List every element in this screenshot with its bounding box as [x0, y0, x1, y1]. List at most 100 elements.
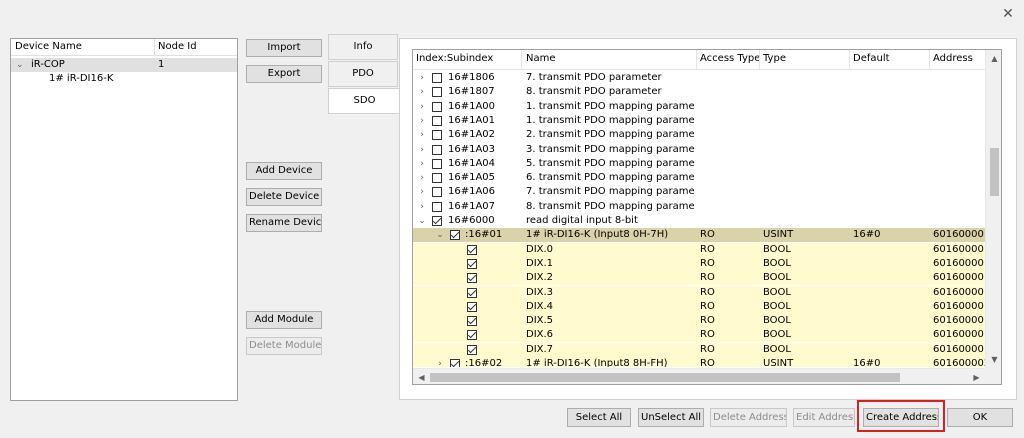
- table-row[interactable]: ›:16#02 1# iR-DI16-K (Input8 8H-FH) RO USIN…: [413, 357, 985, 367]
- chevron-down-icon[interactable]: ⌄: [16, 58, 24, 72]
- table-row[interactable]: › 16#1A07 8. transmit PDO mapping paramete…: [413, 200, 985, 214]
- row-checkbox[interactable]: [432, 101, 442, 112]
- row-checkbox[interactable]: [450, 359, 460, 367]
- add-module-button[interactable]: Add Module: [246, 311, 322, 329]
- chevron-right-icon[interactable]: ›: [417, 143, 427, 157]
- rename-device-button[interactable]: Rename Device: [246, 214, 322, 232]
- chevron-right-icon[interactable]: ›: [417, 85, 427, 99]
- chevron-down-icon[interactable]: ⌄: [417, 214, 427, 228]
- table-row[interactable]: › 16#1A02 2. transmit PDO mapping paramete…: [413, 128, 985, 142]
- table-row[interactable]: DIX.4 RO BOOL 6016000011: [413, 299, 985, 314]
- export-button[interactable]: Export: [246, 65, 322, 83]
- table-row[interactable]: DIX.6 RO BOOL 6016000011: [413, 328, 985, 343]
- chevron-right-icon[interactable]: ›: [417, 71, 427, 85]
- table-row[interactable]: › 16#1A04 5. transmit PDO mapping paramete…: [413, 157, 985, 171]
- table-row[interactable]: DIX.1 RO BOOL 6016000011: [413, 256, 985, 271]
- horizontal-scrollbar[interactable]: ◀ ▶: [413, 368, 985, 384]
- row-checkbox[interactable]: [467, 273, 477, 284]
- column-default[interactable]: Default: [853, 53, 890, 64]
- row-checkbox[interactable]: [432, 87, 442, 98]
- close-icon[interactable]: ✕: [1000, 6, 1016, 22]
- scroll-down-icon[interactable]: ▼: [986, 351, 1001, 368]
- row-checkbox[interactable]: [467, 258, 477, 269]
- row-checkbox[interactable]: [450, 230, 460, 241]
- table-row[interactable]: ⌄ 16#6000 read digital input 8-bit: [413, 214, 985, 228]
- ok-button[interactable]: OK: [947, 408, 1013, 427]
- row-checkbox[interactable]: [467, 301, 477, 312]
- scroll-thumb[interactable]: [430, 373, 900, 382]
- cell-name: 1. transmit PDO mapping parameter: [526, 100, 694, 112]
- scrollbar-corner: [985, 368, 1001, 384]
- table-row[interactable]: › 16#1806 7. transmit PDO parameter: [413, 71, 985, 85]
- chevron-right-icon[interactable]: ›: [417, 185, 427, 199]
- tab-sdo[interactable]: SDO: [328, 88, 400, 114]
- chevron-right-icon[interactable]: ›: [417, 157, 427, 171]
- delete-address-button[interactable]: Delete Address: [710, 408, 787, 427]
- device-node-id: 1: [158, 59, 165, 70]
- row-checkbox[interactable]: [432, 201, 442, 212]
- cell-name: 1# iR-DI16-K (Input8 0H-7H): [526, 229, 669, 241]
- device-tree-item-ir-cop[interactable]: ⌄ iR-COP 1: [11, 58, 237, 72]
- column-node-id[interactable]: Node Id: [158, 41, 197, 52]
- chevron-right-icon[interactable]: ›: [417, 128, 427, 142]
- row-checkbox[interactable]: [467, 316, 477, 327]
- row-checkbox[interactable]: [432, 187, 442, 198]
- chevron-right-icon[interactable]: ›: [417, 100, 427, 114]
- chevron-right-icon[interactable]: ›: [417, 200, 427, 214]
- column-access-type[interactable]: Access Type: [700, 53, 760, 64]
- row-checkbox[interactable]: [432, 130, 442, 141]
- table-row[interactable]: DIX.2 RO BOOL 6016000011: [413, 271, 985, 286]
- row-checkbox[interactable]: [467, 330, 477, 341]
- cell-type: BOOL: [763, 329, 791, 341]
- device-tree-item-module[interactable]: 1# iR-DI16-K: [11, 72, 237, 86]
- delete-device-button[interactable]: Delete Device: [246, 188, 322, 206]
- row-checkbox[interactable]: [467, 344, 477, 355]
- cell-access-type: RO: [700, 272, 715, 284]
- table-row[interactable]: › 16#1A05 6. transmit PDO mapping paramete…: [413, 171, 985, 185]
- table-row[interactable]: › 16#1807 8. transmit PDO parameter: [413, 85, 985, 99]
- row-checkbox[interactable]: [467, 244, 477, 255]
- table-row[interactable]: › 16#1A01 1. transmit PDO mapping paramete…: [413, 114, 985, 128]
- cell-index: 16#1A06: [448, 186, 496, 198]
- column-index-subindex[interactable]: Index:Subindex: [416, 53, 493, 64]
- table-row[interactable]: DIX.3 RO BOOL 6016000011: [413, 285, 985, 300]
- cell-name: 1# iR-DI16-K (Input8 8H-FH): [526, 358, 668, 367]
- scroll-thumb[interactable]: [990, 148, 999, 196]
- tab-info[interactable]: Info: [328, 34, 398, 60]
- vertical-scrollbar[interactable]: ▲ ▼: [985, 50, 1001, 368]
- unselect-all-button[interactable]: UnSelect All: [638, 408, 704, 427]
- column-address[interactable]: Address: [933, 53, 973, 64]
- add-device-button[interactable]: Add Device: [246, 162, 322, 180]
- row-checkbox[interactable]: [432, 173, 442, 184]
- table-row[interactable]: › 16#1A00 1. transmit PDO mapping paramete…: [413, 100, 985, 114]
- cell-name: DIX.7: [526, 343, 554, 355]
- table-row[interactable]: › 16#1A06 7. transmit PDO mapping paramete…: [413, 185, 985, 199]
- tab-pdo[interactable]: PDO: [328, 61, 398, 87]
- cell-address: 6016000011: [933, 257, 985, 269]
- table-row[interactable]: › 16#1A03 3. transmit PDO mapping paramete…: [413, 143, 985, 157]
- row-checkbox[interactable]: [467, 287, 477, 298]
- select-all-button[interactable]: Select All: [567, 408, 631, 427]
- chevron-right-icon[interactable]: ›: [435, 357, 445, 367]
- delete-module-button[interactable]: Delete Module: [246, 337, 322, 355]
- row-checkbox[interactable]: [432, 73, 442, 83]
- table-row[interactable]: DIX.0 RO BOOL 6016000011: [413, 242, 985, 257]
- scroll-up-icon[interactable]: ▲: [986, 50, 1001, 67]
- scroll-right-icon[interactable]: ▶: [968, 369, 985, 384]
- row-checkbox[interactable]: [432, 216, 442, 226]
- column-device-name[interactable]: Device Name: [15, 41, 82, 52]
- chevron-down-icon[interactable]: ⌄: [435, 228, 445, 242]
- row-checkbox[interactable]: [432, 144, 442, 155]
- chevron-right-icon[interactable]: ›: [417, 171, 427, 185]
- table-row[interactable]: DIX.7 RO BOOL 6016000011: [413, 342, 985, 357]
- import-button[interactable]: Import: [246, 39, 322, 57]
- row-checkbox[interactable]: [432, 158, 442, 169]
- chevron-right-icon[interactable]: ›: [417, 114, 427, 128]
- table-row[interactable]: ⌄:16#01 1# iR-DI16-K (Input8 0H-7H) RO USIN…: [413, 228, 985, 243]
- column-type[interactable]: Type: [763, 53, 786, 64]
- row-checkbox[interactable]: [432, 115, 442, 126]
- column-name[interactable]: Name: [526, 53, 556, 64]
- edit-address-button[interactable]: Edit Address: [793, 408, 855, 427]
- scroll-left-icon[interactable]: ◀: [413, 369, 430, 384]
- table-row[interactable]: DIX.5 RO BOOL 6016000011: [413, 314, 985, 329]
